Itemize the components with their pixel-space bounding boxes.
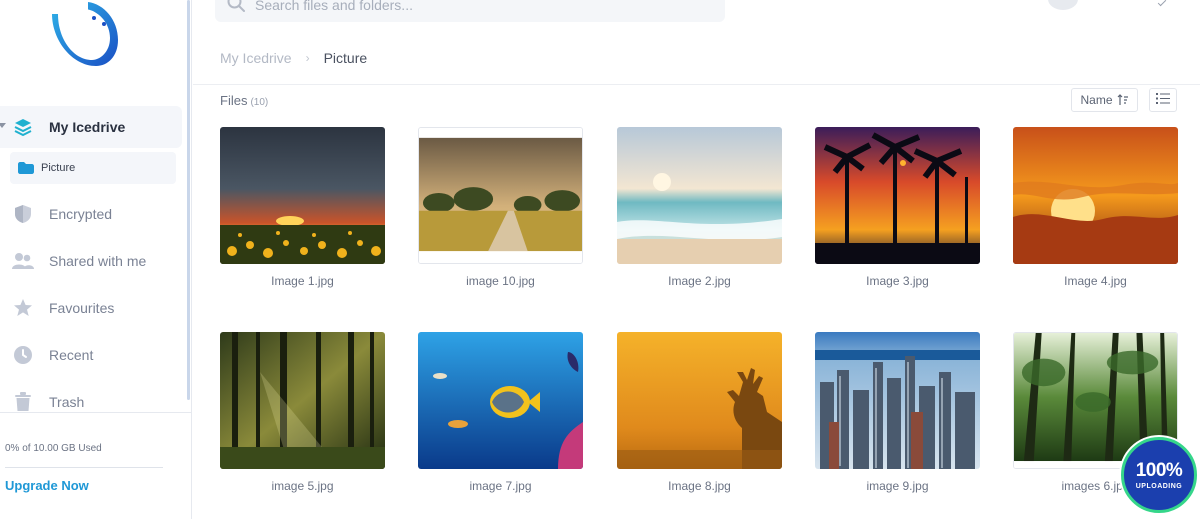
file-thumbnail[interactable] [1013,127,1178,264]
file-tile[interactable]: image 10.jpg [418,127,583,288]
layers-icon [12,116,34,138]
breadcrumb-root[interactable]: My Icedrive [220,50,292,66]
sidebar: My Icedrive Picture Encrypted Shared wit… [0,0,192,519]
files-title: Files [220,93,248,108]
star-icon [12,297,34,319]
file-tile[interactable]: image 7.jpg [418,332,583,493]
sort-label: Name [1080,93,1113,107]
file-thumbnail[interactable] [418,127,583,264]
file-thumbnail[interactable] [220,332,385,469]
file-name: image 5.jpg [271,479,334,493]
file-name: Image 2.jpg [668,274,731,288]
file-tile[interactable]: image 5.jpg [220,332,385,493]
files-count: (10) [250,97,269,108]
upload-status-label: UPLOADING [1135,483,1183,490]
sidebar-item-recent[interactable]: Recent [0,331,186,378]
clock-icon [12,344,34,366]
breadcrumb-current: Picture [323,50,368,66]
storage-progress-bar [5,467,163,468]
search-icon [227,0,245,17]
sidebar-item-label: Favourites [49,299,115,316]
sidebar-nav: My Icedrive Picture Encrypted Shared wit… [0,106,186,425]
divider [193,84,1200,85]
avatar[interactable] [1048,0,1078,10]
file-thumbnail[interactable] [617,127,782,264]
file-name: Image 3.jpg [866,274,929,288]
file-tile[interactable]: Image 8.jpg [617,332,782,493]
sidebar-scrollbar[interactable] [187,0,190,400]
users-icon [12,250,34,272]
search-bar[interactable] [215,0,725,22]
file-tile[interactable]: Image 1.jpg [220,127,385,288]
sort-by-name-button[interactable]: Name [1071,88,1138,112]
list-view-button[interactable] [1149,88,1177,112]
caret-down-icon[interactable] [0,123,6,128]
sidebar-item-label: Shared with me [49,252,147,269]
file-name: image 7.jpg [469,479,532,493]
trash-icon [12,391,34,413]
storage-panel: 0% of 10.00 GB Used Upgrade Now [0,412,192,519]
file-tile[interactable]: Image 2.jpg [617,127,782,288]
file-thumbnail[interactable] [815,127,980,264]
breadcrumb-separator: › [305,51,310,65]
folder-icon [18,162,34,174]
icedrive-logo[interactable] [48,0,120,70]
shield-icon [12,203,34,225]
list-view-icon [1156,91,1170,109]
file-thumbnail[interactable] [220,127,385,264]
sidebar-item-label: Recent [49,346,94,363]
file-thumbnail[interactable] [418,332,583,469]
chevron-down-icon[interactable] [1157,0,1167,7]
file-name: Image 4.jpg [1064,274,1127,288]
search-input[interactable] [255,0,695,13]
sidebar-subitem-picture[interactable]: Picture [10,152,176,184]
file-tile[interactable]: Image 4.jpg [1013,127,1178,288]
storage-usage-text: 0% of 10.00 GB Used [5,443,102,454]
sidebar-item-encrypted[interactable]: Encrypted [0,190,186,237]
sidebar-item-my-icedrive[interactable]: My Icedrive [0,106,182,148]
file-thumbnail[interactable] [815,332,980,469]
sidebar-item-shared-with-me[interactable]: Shared with me [0,237,186,284]
file-tile[interactable]: Image 3.jpg [815,127,980,288]
sidebar-item-label: Trash [49,393,85,410]
sort-icon [1117,94,1129,106]
file-name: image 10.jpg [466,274,535,288]
file-name: Image 8.jpg [668,479,731,493]
files-section-title: Files (10) [220,93,268,108]
file-thumbnail[interactable] [617,332,782,469]
sidebar-item-label: Encrypted [49,205,113,222]
upload-percent: 100% [1135,460,1183,481]
sidebar-subitem-label: Picture [41,162,76,174]
upload-progress-badge[interactable]: 100% UPLOADING [1121,437,1197,513]
sidebar-item-label: My Icedrive [49,119,126,135]
upgrade-now-link[interactable]: Upgrade Now [5,478,89,493]
file-tile[interactable]: image 9.jpg [815,332,980,493]
sidebar-item-favourites[interactable]: Favourites [0,284,186,331]
breadcrumb: My Icedrive › Picture [220,50,367,66]
file-name: Image 1.jpg [271,274,334,288]
file-name: image 9.jpg [866,479,929,493]
